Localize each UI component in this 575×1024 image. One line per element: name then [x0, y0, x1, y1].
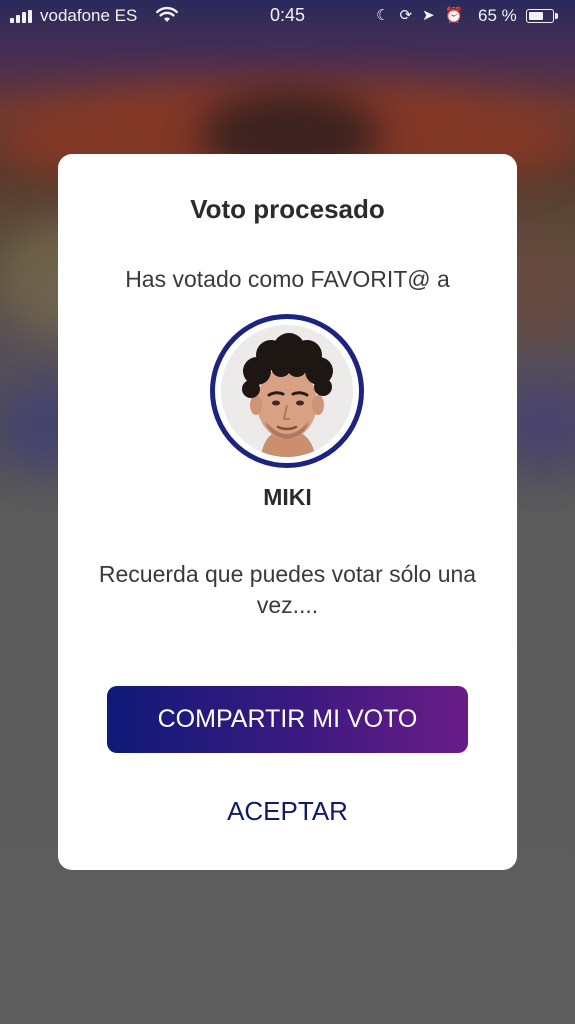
battery-percent: 65 % — [478, 6, 517, 25]
candidate-avatar — [221, 325, 353, 457]
status-icons: ☾ ⟳ ➤ ⏰ — [376, 6, 463, 24]
app-screen: vodafone ES 0:45 ☾ ⟳ ➤ ⏰ 65 % Voto proce… — [0, 0, 575, 1024]
moon-icon: ☾ — [376, 7, 390, 24]
alarm-icon: ⏰ — [444, 7, 464, 24]
accept-button[interactable]: ACEPTAR — [107, 789, 468, 833]
battery-fill — [528, 11, 543, 20]
vote-once-note: Recuerda que puedes votar sólo una vez..… — [98, 561, 477, 618]
dialog-subtitle: Has votado como FAVORIT@ a — [125, 266, 450, 292]
status-bar: vodafone ES 0:45 ☾ ⟳ ➤ ⏰ 65 % — [0, 0, 575, 32]
candidate-name: MIKI — [263, 484, 312, 510]
battery-icon — [526, 9, 558, 23]
dialog-title: Voto procesado — [190, 194, 385, 224]
location-icon: ➤ — [422, 7, 435, 24]
vote-confirmation-dialog: Voto procesado Has votado como FAVORIT@ … — [58, 154, 517, 870]
avatar-ring — [210, 314, 364, 468]
orientation-lock-icon: ⟳ — [399, 7, 413, 24]
share-vote-button[interactable]: COMPARTIR MI VOTO — [107, 686, 468, 753]
